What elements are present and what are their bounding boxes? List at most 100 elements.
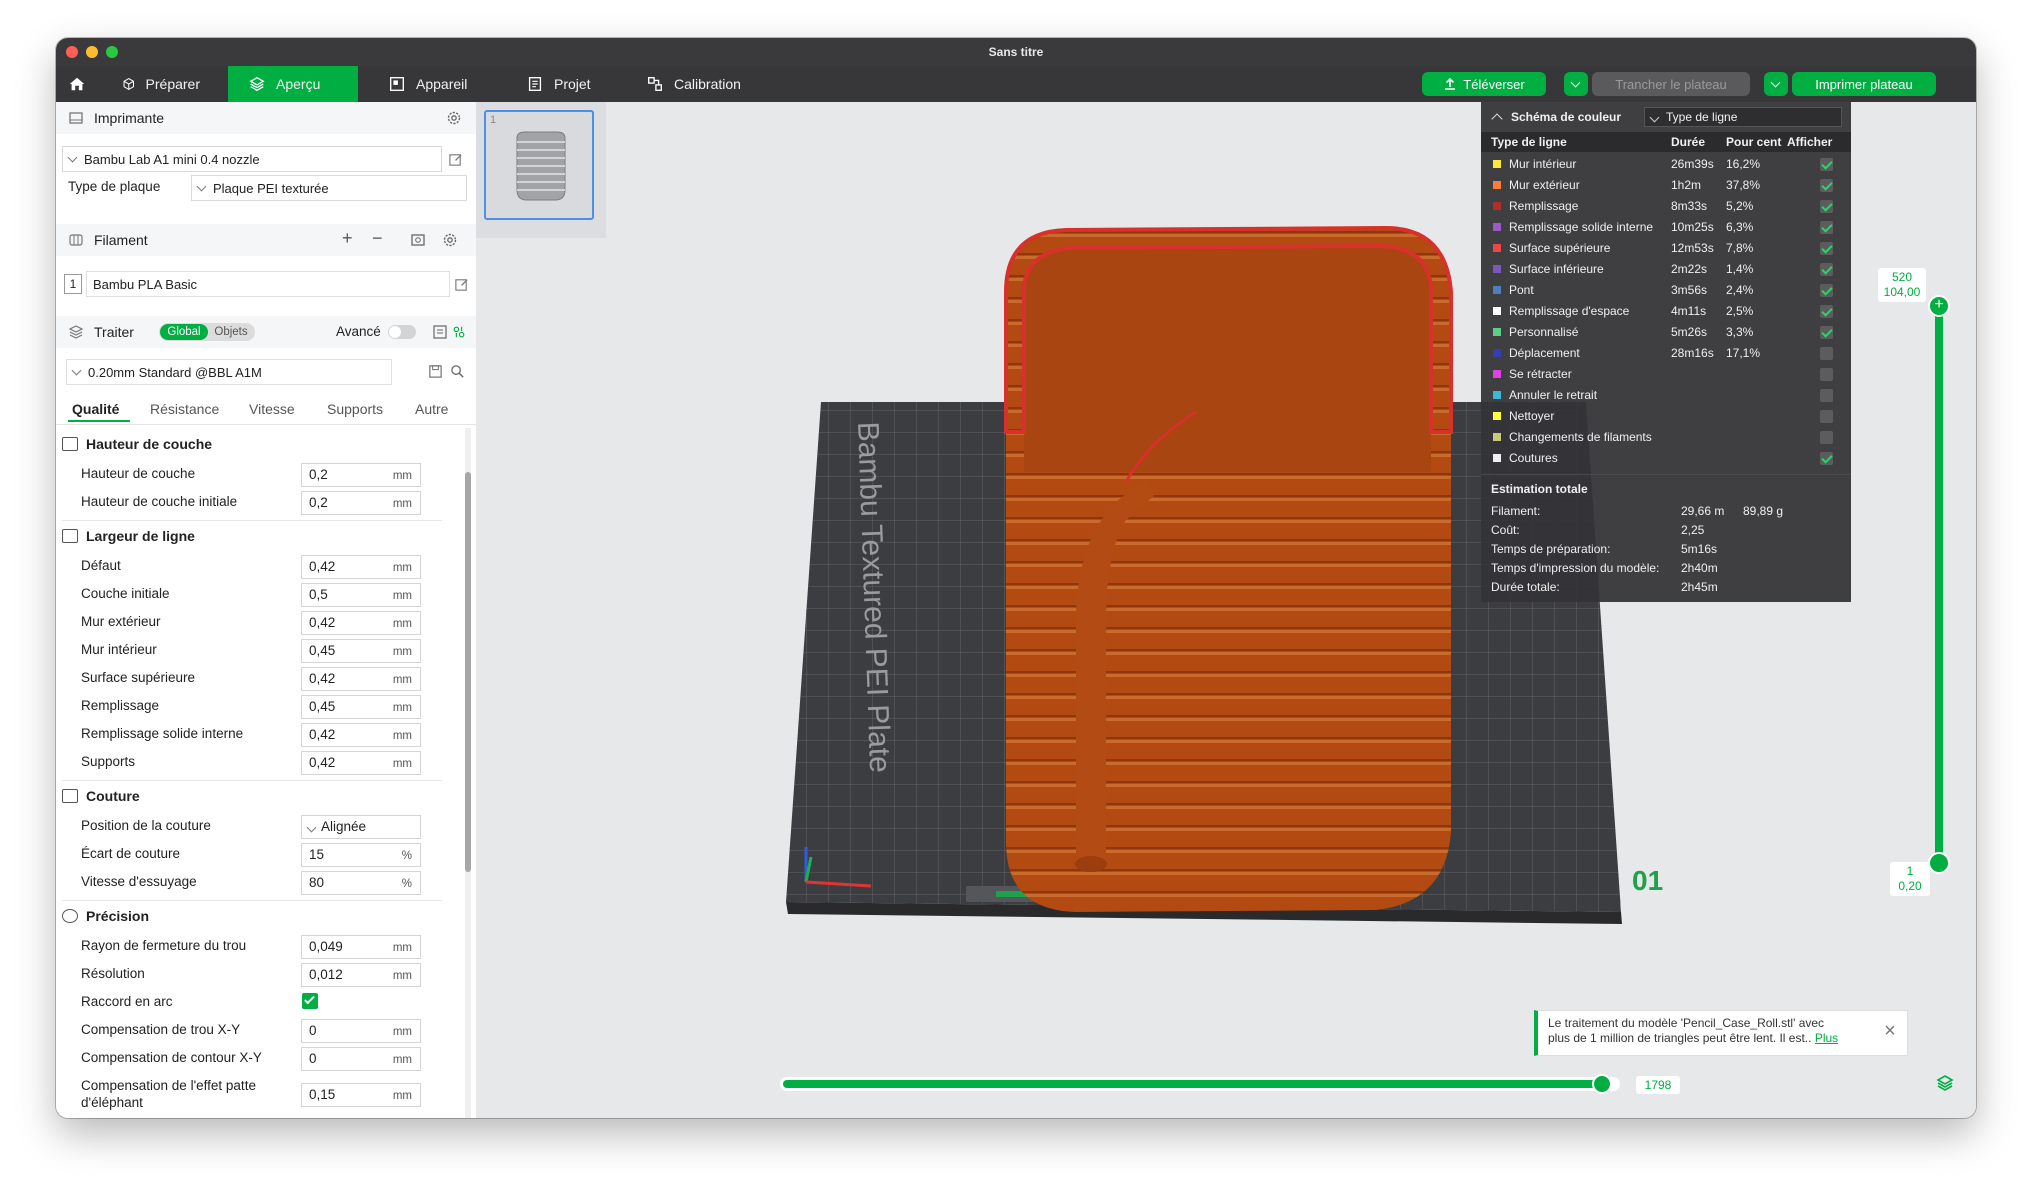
chevron-down-icon <box>1570 77 1580 87</box>
chevron-down-icon <box>1770 77 1780 87</box>
move-slider-value: 1798 <box>1636 1076 1680 1094</box>
hole-xy-compensation-input[interactable]: 0 mm <box>301 1019 421 1043</box>
arc-fitting-checkbox[interactable] <box>302 993 318 1009</box>
legend-swatch <box>1493 223 1501 231</box>
upload-button[interactable]: Téléverser <box>1422 72 1546 96</box>
elephant-foot-input[interactable]: 0,15 mm <box>301 1083 421 1107</box>
filament-sync-icon[interactable] <box>410 232 426 248</box>
layers-view-icon[interactable] <box>1936 1074 1954 1094</box>
printer-select[interactable]: Bambu Lab A1 mini 0.4 nozzle <box>62 146 442 172</box>
initial-layer-width-input[interactable]: 0,5 mm <box>301 583 421 607</box>
subtab-quality[interactable]: Qualité <box>72 401 119 417</box>
subtab-other[interactable]: Autre <box>415 401 448 417</box>
layer-slider-top-handle[interactable]: + <box>1928 295 1950 317</box>
legend-show-checkbox[interactable] <box>1820 452 1833 465</box>
legend-row-pct: 5,2% <box>1726 199 1754 213</box>
legend-show-checkbox[interactable] <box>1820 389 1833 402</box>
process-compare-icon[interactable] <box>452 324 466 340</box>
legend-show-checkbox[interactable] <box>1820 284 1833 297</box>
add-filament-icon[interactable]: + <box>342 228 353 249</box>
process-list-icon[interactable] <box>432 324 448 340</box>
default-width-label: Défaut <box>81 558 121 573</box>
move-slider-handle[interactable] <box>1592 1074 1612 1094</box>
top-surface-width-label: Surface supérieure <box>81 670 196 685</box>
seam-gap-input[interactable]: 15% <box>301 843 421 867</box>
color-scheme-select[interactable]: Type de ligne <box>1644 107 1842 127</box>
chevron-up-icon[interactable] <box>1491 113 1503 125</box>
estimate-label: Durée totale: <box>1491 580 1560 594</box>
edit-printer-icon[interactable] <box>448 152 463 167</box>
toggle-global[interactable]: Global <box>160 324 208 340</box>
print-plate-button[interactable]: Imprimer plateau <box>1792 72 1936 96</box>
wipe-speed-input[interactable]: 80% <box>301 871 421 895</box>
zoom-window-button[interactable] <box>106 46 118 58</box>
slice-dropdown-button[interactable] <box>1564 72 1588 96</box>
legend-show-checkbox[interactable] <box>1820 431 1833 444</box>
tab-calibration[interactable]: Calibration <box>626 66 766 102</box>
legend-row: Surface supérieure 12m53s 7,8% <box>1481 238 1851 259</box>
outer-wall-width-input[interactable]: 0,42 mm <box>301 611 421 635</box>
legend-show-checkbox[interactable] <box>1820 326 1833 339</box>
tab-prepare[interactable]: Préparer <box>102 66 220 102</box>
minimize-window-button[interactable] <box>86 46 98 58</box>
toggle-objects[interactable]: Objets <box>209 324 253 340</box>
legend-show-checkbox[interactable] <box>1820 305 1833 318</box>
legend-show-checkbox[interactable] <box>1820 158 1833 171</box>
legend-row-time: 8m33s <box>1671 199 1708 213</box>
close-icon[interactable]: × <box>1879 1021 1901 1043</box>
layer-slider-track[interactable] <box>1935 302 1943 862</box>
legend-show-checkbox[interactable] <box>1820 263 1833 276</box>
panel-scrollbar-thumb[interactable] <box>465 472 471 872</box>
legend-show-checkbox[interactable] <box>1820 242 1833 255</box>
home-button[interactable] <box>56 66 100 102</box>
print-dropdown-button[interactable] <box>1764 72 1788 96</box>
legend-swatch <box>1493 391 1501 399</box>
infill-width-input[interactable]: 0,45 mm <box>301 695 421 719</box>
subtab-supports[interactable]: Supports <box>327 401 383 417</box>
legend-show-checkbox[interactable] <box>1820 410 1833 423</box>
layer-slider-bottom-handle[interactable] <box>1928 852 1950 874</box>
edit-filament-icon[interactable] <box>454 277 469 292</box>
seam-position-select[interactable]: Alignée <box>301 815 421 839</box>
filament-select[interactable]: Bambu PLA Basic <box>86 271 450 297</box>
tab-project[interactable]: Projet <box>506 66 616 102</box>
hole-closing-radius-input[interactable]: 0,049 mm <box>301 935 421 959</box>
layer-height-input[interactable]: 0,2 mm <box>301 463 421 487</box>
initial-layer-height-input[interactable]: 0,2 mm <box>301 491 421 515</box>
support-width-input[interactable]: 0,42 mm <box>301 751 421 775</box>
subtab-speed[interactable]: Vitesse <box>249 401 295 417</box>
tab-preview[interactable]: Aperçu <box>228 66 358 102</box>
move-slider-track[interactable] <box>780 1077 1620 1091</box>
notification-more-link[interactable]: Plus <box>1815 1031 1838 1045</box>
inner-wall-width-input[interactable]: 0,45 mm <box>301 639 421 663</box>
tab-device[interactable]: Appareil <box>368 66 488 102</box>
remove-filament-icon[interactable]: − <box>372 228 383 249</box>
resolution-input[interactable]: 0,012 mm <box>301 963 421 987</box>
printer-settings-gear-icon[interactable] <box>446 110 462 126</box>
filament-settings-gear-icon[interactable] <box>442 232 458 248</box>
contour-xy-compensation-input[interactable]: 0 mm <box>301 1047 421 1071</box>
cube-icon <box>123 78 135 90</box>
close-window-button[interactable] <box>66 46 78 58</box>
tab-project-label: Projet <box>554 76 591 92</box>
save-profile-icon[interactable] <box>428 364 443 379</box>
subtab-strength[interactable]: Résistance <box>150 401 219 417</box>
legend-show-checkbox[interactable] <box>1820 221 1833 234</box>
search-icon[interactable] <box>450 364 465 379</box>
default-width-input[interactable]: 0,42 mm <box>301 555 421 579</box>
tab-prepare-label: Préparer <box>145 76 200 92</box>
plate-type-select[interactable]: Plaque PEI texturée <box>191 175 467 201</box>
advanced-toggle[interactable] <box>388 325 416 339</box>
move-slider-fill <box>783 1080 1609 1088</box>
legend-show-checkbox[interactable] <box>1820 368 1833 381</box>
initial-layer-height-label: Hauteur de couche initiale <box>81 494 238 509</box>
process-profile-select[interactable]: 0.20mm Standard @BBL A1M <box>66 359 392 385</box>
legend-swatch <box>1493 286 1501 294</box>
legend-show-checkbox[interactable] <box>1820 347 1833 360</box>
internal-solid-width-input[interactable]: 0,42 mm <box>301 723 421 747</box>
line-width-group-title: Largeur de ligne <box>62 528 195 544</box>
legend-show-checkbox[interactable] <box>1820 179 1833 192</box>
slice-plate-button[interactable]: Trancher le plateau <box>1592 72 1750 96</box>
top-surface-width-input[interactable]: 0,42 mm <box>301 667 421 691</box>
legend-show-checkbox[interactable] <box>1820 200 1833 213</box>
